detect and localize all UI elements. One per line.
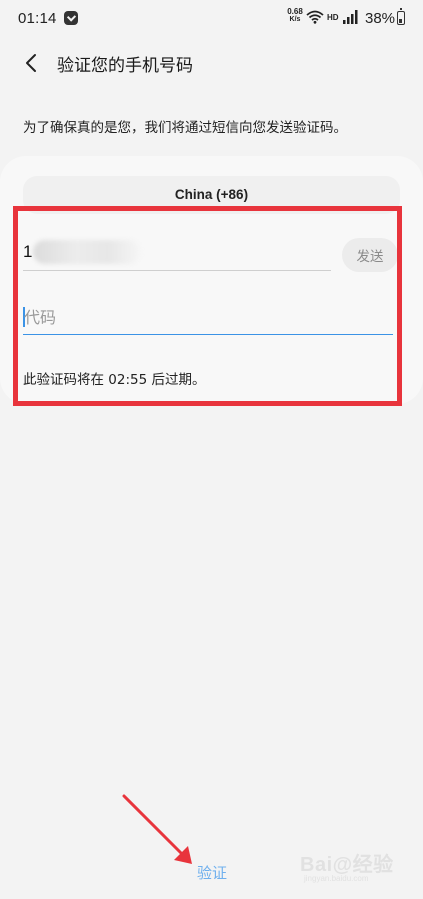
- screen: 01:14 0.68 K/s HD 38% 验证您的手机号码 为了确保真的是您，…: [0, 0, 423, 899]
- code-input[interactable]: [23, 304, 384, 330]
- network-speed-value: 0.68: [287, 7, 303, 16]
- send-code-button[interactable]: 发送: [342, 238, 398, 272]
- status-bar: 01:14 0.68 K/s HD 38%: [0, 0, 423, 36]
- country-selector[interactable]: China (+86): [23, 176, 400, 214]
- check-badge-icon: [64, 11, 78, 25]
- header: 验证您的手机号码: [0, 40, 423, 84]
- hd-indicator: HD: [327, 13, 339, 22]
- watermark-brand: Bai@经验: [300, 854, 394, 876]
- battery-percent: 38%: [365, 10, 396, 27]
- description-text: 为了确保真的是您，我们将通过短信向您发送验证码。: [23, 120, 347, 136]
- battery-icon: [397, 8, 405, 25]
- chevron-left-icon: [26, 54, 36, 72]
- network-speed-unit: K/s: [289, 16, 301, 23]
- code-field[interactable]: [23, 300, 393, 335]
- expire-note: 此验证码将在 02:55 后过期。: [23, 372, 206, 388]
- status-time: 01:14: [18, 10, 57, 27]
- country-label: China (+86): [174, 187, 249, 202]
- watermark-url: jingyan.baidu.com: [304, 874, 369, 883]
- cell-signal-icon: [343, 10, 358, 24]
- page-title: 验证您的手机号码: [57, 56, 193, 76]
- network-speed: 0.68 K/s: [284, 8, 306, 24]
- phone-number-prefix: 1: [23, 242, 33, 261]
- phone-number-redacted: [33, 240, 141, 264]
- wifi-icon: [306, 10, 324, 24]
- phone-number-field[interactable]: 1: [23, 232, 331, 271]
- verify-button[interactable]: 验证: [182, 858, 242, 886]
- back-button[interactable]: [14, 46, 48, 80]
- watermark: Bai@经验 jingyan.baidu.com: [300, 844, 412, 888]
